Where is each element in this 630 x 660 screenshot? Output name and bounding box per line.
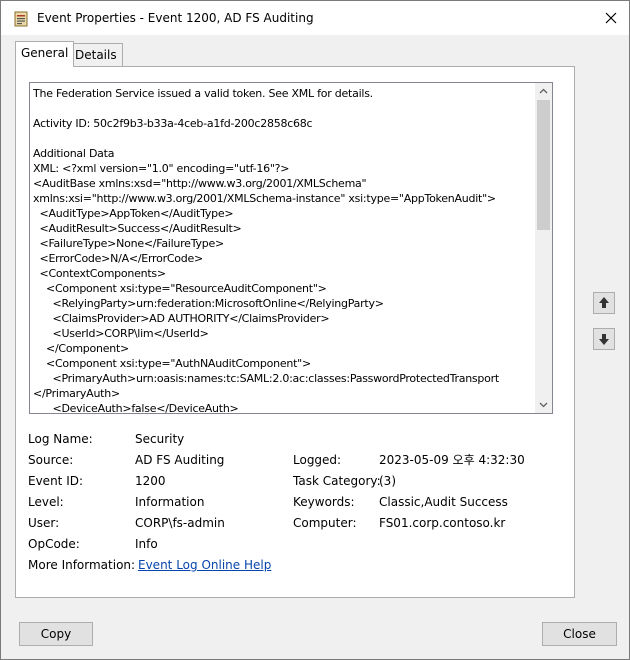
close-button[interactable]: Close [542,622,617,646]
close-icon[interactable] [599,6,623,30]
event-id-label: Event ID: [28,474,84,488]
description-line: XML: <?xml version="1.0" encoding="utf-1… [33,162,290,175]
description-line: <ErrorCode>N/A</ErrorCode> [33,252,203,265]
description-line [33,101,533,116]
event-description-text: The Federation Service issued a valid to… [33,86,533,414]
description-line: <UserId>CORP\lim</UserId> [33,327,209,340]
description-line: <FailureType>None</FailureType> [33,237,224,250]
description-line: <ContextComponents> [33,267,166,280]
general-tab-panel: The Federation Service issued a valid to… [15,66,575,598]
level-value: Information [135,495,205,509]
previous-event-button[interactable] [593,292,615,314]
copy-button[interactable]: Copy [19,622,93,646]
keywords-value: Classic,Audit Success [379,495,508,509]
opcode-value: Info [135,537,158,551]
description-scrollbar[interactable] [535,83,552,413]
scroll-thumb[interactable] [537,100,550,230]
description-line: <PrimaryAuth>urn:oasis:names:tc:SAML:2.0… [33,372,499,385]
log-name-value: Security [135,432,185,446]
computer-label: Computer: [293,516,357,530]
computer-value: FS01.corp.contoso.kr [379,516,506,530]
description-line: <RelyingParty>urn:federation:MicrosoftOn… [33,297,384,310]
more-information-label: More Information: [28,558,136,572]
event-properties-window: Event Properties - Event 1200, AD FS Aud… [0,0,630,660]
description-line: xmlns:xsi="http://www.w3.org/2001/XMLSch… [33,192,496,205]
source-label: Source: [28,453,74,467]
user-value: CORP\fs-admin [135,516,225,530]
event-log-online-help-link[interactable]: Event Log Online Help [138,557,271,573]
event-id-value: 1200 [135,474,166,488]
description-line: </PrimaryAuth> [33,387,120,400]
tab-details[interactable]: Details [69,43,123,66]
logged-label: Logged: [293,453,342,467]
down-arrow-icon [599,334,609,345]
keywords-label: Keywords: [293,495,355,509]
scroll-down-arrow-icon[interactable] [535,396,552,413]
task-category-label: Task Category: [293,474,381,488]
description-line: <ClaimsProvider>AD AUTHORITY</ClaimsProv… [33,312,330,325]
opcode-label: OpCode: [28,537,80,551]
description-line: <DeviceAuth>false</DeviceAuth> [33,402,239,414]
description-line: <Component xsi:type="AuthNAuditComponent… [33,357,311,370]
description-line: <Component xsi:type="ResourceAuditCompon… [33,282,327,295]
description-line [33,131,533,146]
title-bar[interactable]: Event Properties - Event 1200, AD FS Aud… [1,1,629,35]
logged-value: 2023-05-09 오후 4:32:30 [379,453,525,467]
source-value: AD FS Auditing [135,453,225,467]
description-line: </Component> [33,342,129,355]
log-name-label: Log Name: [28,432,93,446]
scroll-up-arrow-icon[interactable] [535,83,552,100]
description-line: <AuditResult>Success</AuditResult> [33,222,242,235]
next-event-button[interactable] [593,328,615,350]
up-arrow-icon [599,297,609,308]
description-line: <AuditBase xmlns:xsd="http://www.w3.org/… [33,177,367,190]
description-line: <AuditType>AppToken</AuditType> [33,207,234,220]
description-line: Activity ID: 50c2f9b3-b33a-4ceb-a1fd-200… [33,117,313,130]
task-category-value: (3) [379,474,396,488]
description-line: The Federation Service issued a valid to… [33,87,373,100]
user-label: User: [28,516,60,530]
event-viewer-icon [14,11,28,27]
level-label: Level: [28,495,64,509]
tab-general[interactable]: General [15,41,75,67]
description-line: Additional Data [33,147,115,160]
event-description-box[interactable]: The Federation Service issued a valid to… [29,82,553,414]
window-title: Event Properties - Event 1200, AD FS Aud… [37,11,314,25]
